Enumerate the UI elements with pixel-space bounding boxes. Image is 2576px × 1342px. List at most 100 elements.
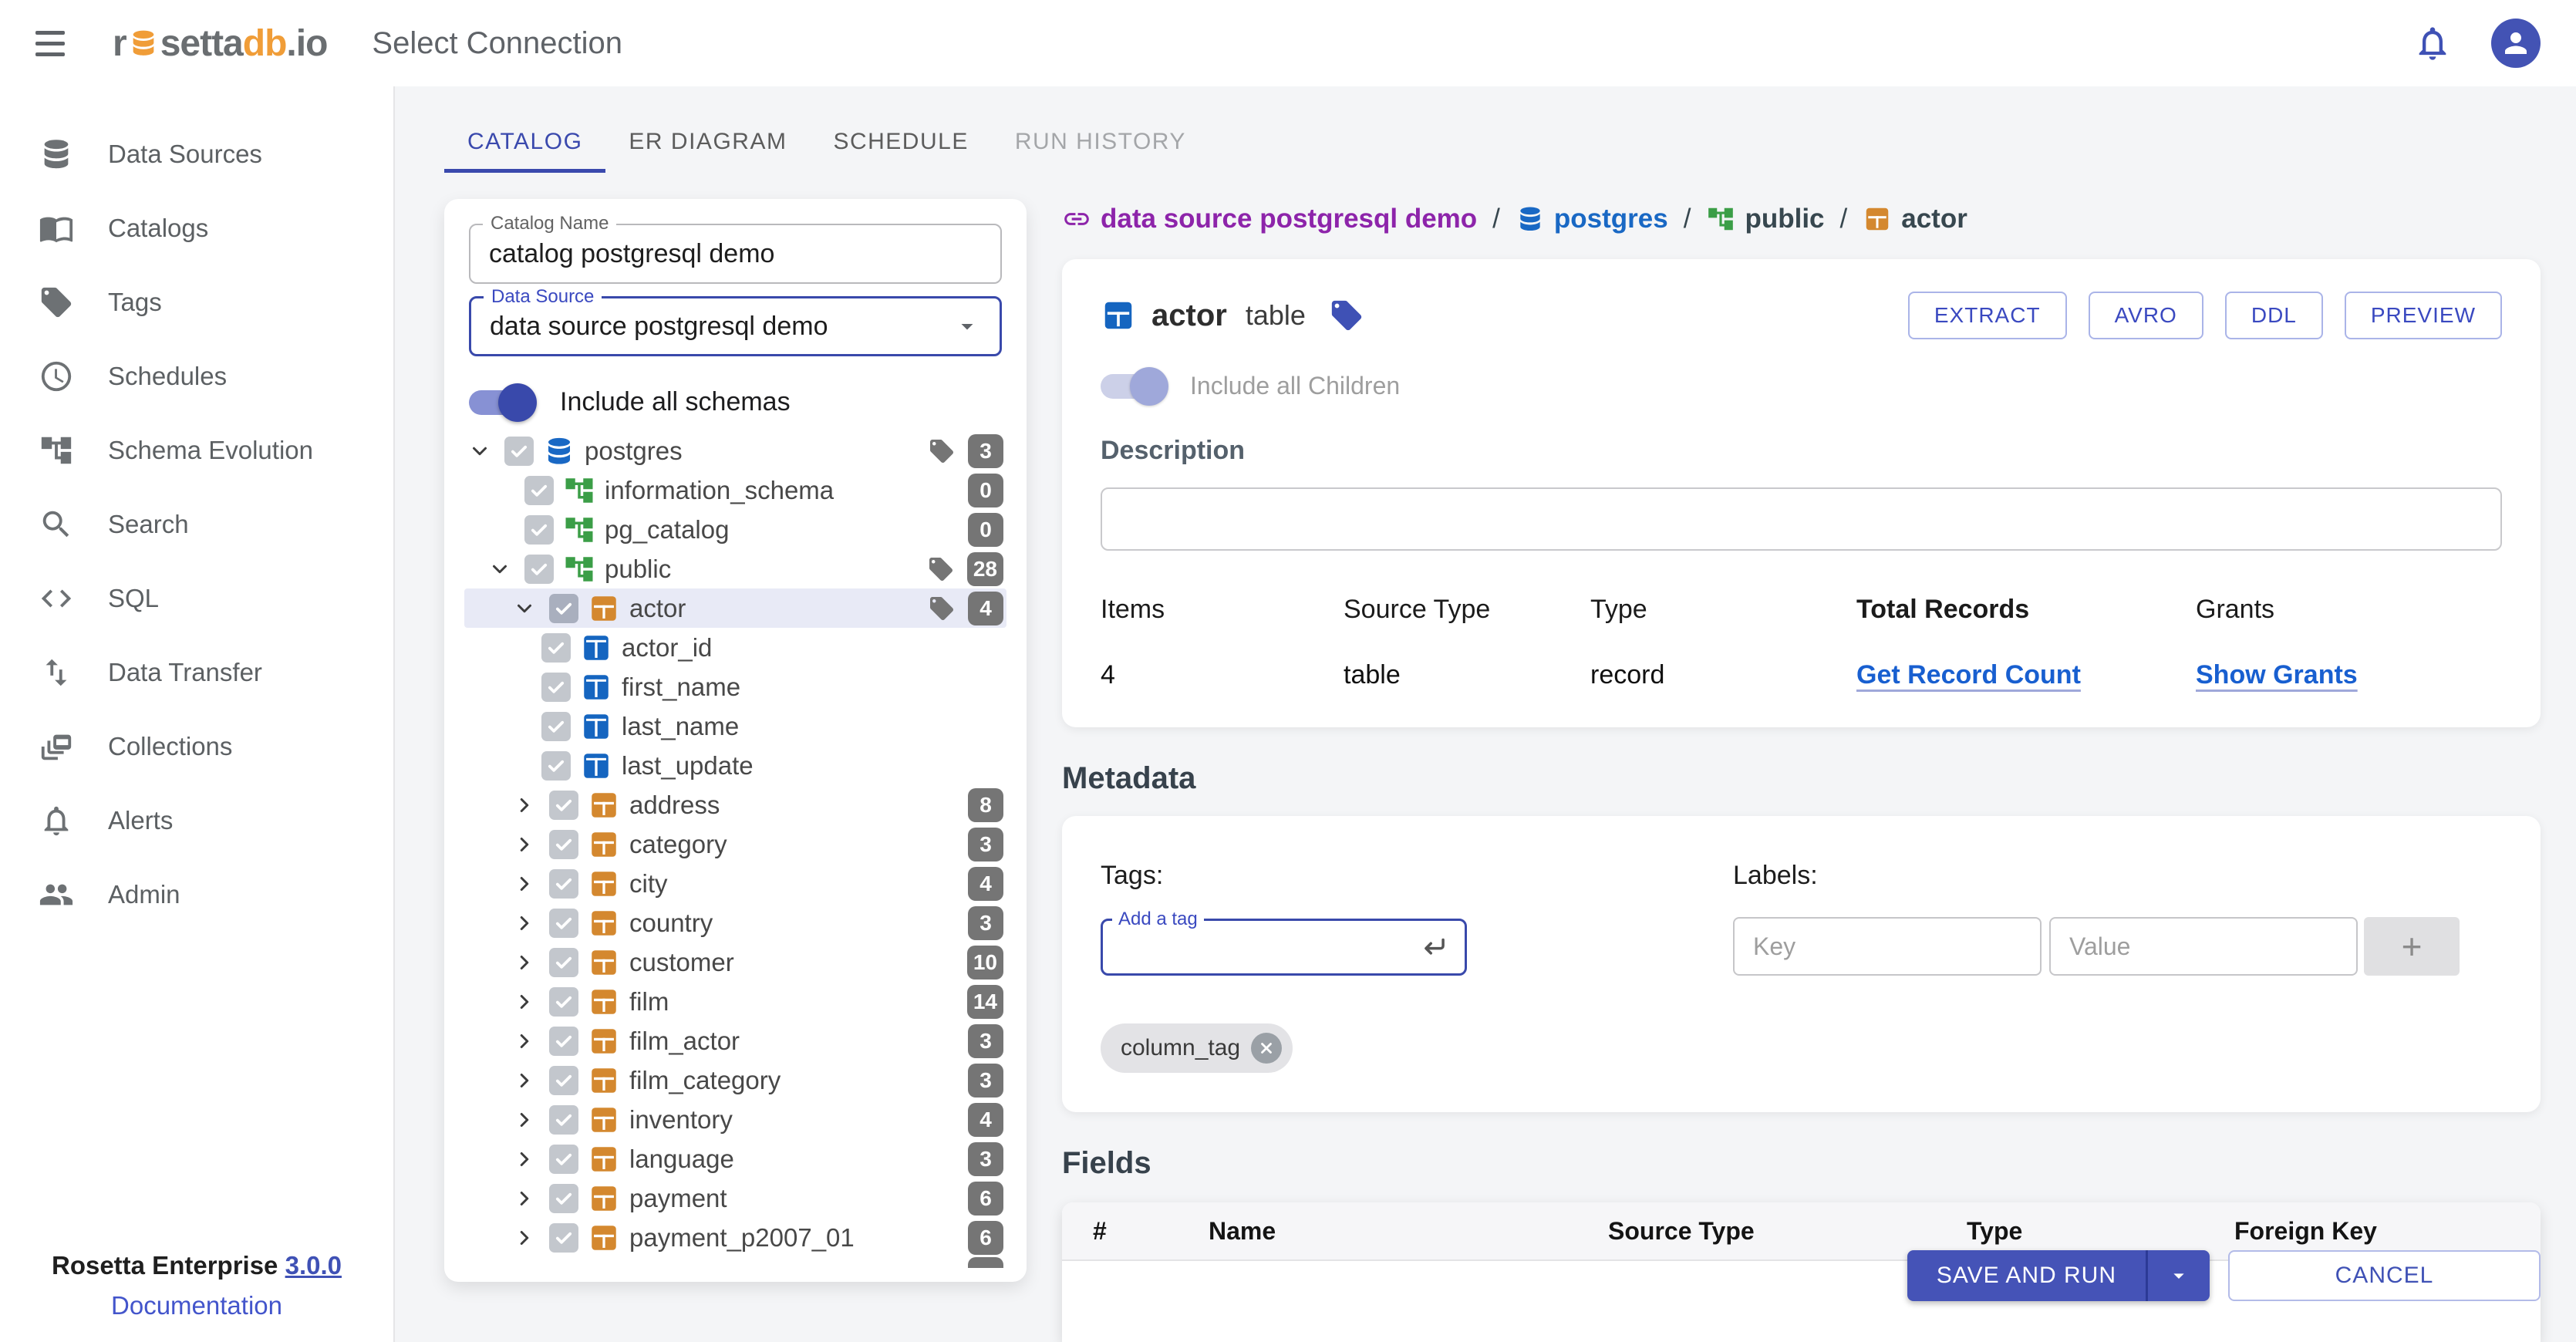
checkbox[interactable]: [541, 673, 571, 702]
sidebar-item-data-transfer[interactable]: Data Transfer: [0, 636, 393, 710]
chevron-down-icon[interactable]: [509, 593, 540, 624]
chevron-right-icon[interactable]: [509, 1104, 540, 1135]
tree-row-film[interactable]: film 14: [464, 982, 1006, 1021]
cancel-button[interactable]: CANCEL: [2228, 1250, 2541, 1301]
tab-schedule[interactable]: SCHEDULE: [810, 114, 991, 173]
chevron-right-icon[interactable]: [509, 1026, 540, 1057]
checkbox[interactable]: [549, 948, 578, 977]
tree-row-public[interactable]: public 28: [464, 549, 1006, 588]
tag-icon[interactable]: [1329, 298, 1364, 333]
user-avatar[interactable]: [2491, 19, 2541, 68]
tree-row-language[interactable]: language 3: [464, 1139, 1006, 1178]
checkbox[interactable]: [549, 1027, 578, 1056]
breadcrumb-table[interactable]: actor: [1863, 204, 1967, 234]
chevron-right-icon[interactable]: [509, 986, 540, 1017]
catalog-name-field[interactable]: Catalog Name: [469, 224, 1002, 284]
sidebar-item-schema-evolution[interactable]: Schema Evolution: [0, 413, 393, 487]
tab-run-history[interactable]: RUN HISTORY: [992, 114, 1209, 173]
save-options-dropdown[interactable]: [2148, 1250, 2210, 1301]
tree-row-film-category[interactable]: film_category 3: [464, 1060, 1006, 1100]
checkbox[interactable]: [549, 1184, 578, 1213]
remove-tag-icon[interactable]: [1251, 1033, 1282, 1064]
sidebar-item-schedules[interactable]: Schedules: [0, 339, 393, 413]
ddl-button[interactable]: DDL: [2225, 292, 2323, 339]
tree-row-payment-p2007-01[interactable]: payment_p2007_01 6: [464, 1218, 1006, 1257]
checkbox[interactable]: [549, 594, 578, 623]
save-and-run-button[interactable]: SAVE AND RUN: [1907, 1250, 2146, 1301]
tree-row-inventory[interactable]: inventory 4: [464, 1100, 1006, 1139]
data-source-input[interactable]: [490, 312, 953, 342]
avro-button[interactable]: AVRO: [2089, 292, 2203, 339]
tab-er-diagram[interactable]: ER DIAGRAM: [605, 114, 810, 173]
add-tag-input[interactable]: [1118, 933, 1420, 962]
notifications-bell-icon[interactable]: [2412, 23, 2453, 63]
checkbox[interactable]: [524, 555, 554, 584]
sidebar-item-catalogs[interactable]: Catalogs: [0, 191, 393, 265]
tree-row-information-schema[interactable]: information_schema 0: [464, 470, 1006, 510]
checkbox[interactable]: [541, 633, 571, 663]
chevron-right-icon[interactable]: [509, 829, 540, 860]
tree-row-address[interactable]: address 8: [464, 785, 1006, 824]
tree-row-customer[interactable]: customer 10: [464, 942, 1006, 982]
sidebar-item-data-sources[interactable]: Data Sources: [0, 117, 393, 191]
tab-catalog[interactable]: CATALOG: [444, 114, 605, 173]
chevron-right-icon[interactable]: [509, 1183, 540, 1214]
chevron-right-icon[interactable]: [509, 1144, 540, 1175]
version-link[interactable]: 3.0.0: [285, 1251, 342, 1280]
description-textarea[interactable]: [1101, 487, 2502, 551]
preview-button[interactable]: PREVIEW: [2345, 292, 2502, 339]
sidebar-item-sql[interactable]: SQL: [0, 561, 393, 636]
add-tag-field[interactable]: Add a tag: [1101, 919, 1467, 976]
tree-row-last-name[interactable]: last_name: [464, 706, 1006, 746]
show-grants-link[interactable]: Show Grants: [2196, 660, 2358, 690]
label-key-input[interactable]: [1733, 917, 2042, 976]
breadcrumb-database[interactable]: postgres: [1516, 204, 1668, 234]
documentation-link[interactable]: Documentation: [111, 1288, 282, 1323]
chevron-right-icon[interactable]: [509, 947, 540, 978]
get-record-count-link[interactable]: Get Record Count: [1856, 660, 2196, 690]
breadcrumb-datasource[interactable]: data source postgresql demo: [1062, 204, 1477, 234]
sidebar-item-search[interactable]: Search: [0, 487, 393, 561]
checkbox[interactable]: [549, 869, 578, 899]
checkbox[interactable]: [541, 751, 571, 781]
checkbox[interactable]: [549, 987, 578, 1017]
chevron-right-icon[interactable]: [509, 908, 540, 939]
tree-row-actor[interactable]: actor 4: [464, 588, 1006, 628]
tree-row-last-update[interactable]: last_update: [464, 746, 1006, 785]
tree-row-pg-catalog[interactable]: pg_catalog 0: [464, 510, 1006, 549]
checkbox[interactable]: [549, 791, 578, 820]
include-all-schemas-toggle[interactable]: [469, 390, 534, 415]
chevron-right-icon[interactable]: [509, 790, 540, 821]
checkbox[interactable]: [504, 437, 534, 466]
checkbox[interactable]: [541, 712, 571, 741]
checkbox[interactable]: [524, 476, 554, 505]
tree-row-film-actor[interactable]: film_actor 3: [464, 1021, 1006, 1060]
extract-button[interactable]: EXTRACT: [1908, 292, 2067, 339]
chevron-right-icon[interactable]: [509, 868, 540, 899]
chevron-down-icon[interactable]: [484, 554, 515, 585]
catalog-name-input[interactable]: [489, 239, 982, 269]
checkbox[interactable]: [549, 830, 578, 859]
tree-row-country[interactable]: country 3: [464, 903, 1006, 942]
checkbox[interactable]: [549, 1066, 578, 1095]
tree-row-city[interactable]: city 4: [464, 864, 1006, 903]
checkbox[interactable]: [549, 1145, 578, 1174]
sidebar-item-collections[interactable]: Collections: [0, 710, 393, 784]
checkbox[interactable]: [549, 1223, 578, 1253]
chevron-right-icon[interactable]: [509, 1065, 540, 1096]
chevron-down-icon[interactable]: [464, 436, 495, 467]
tree-row-category[interactable]: category 3: [464, 824, 1006, 864]
tree-row-actor-id[interactable]: actor_id: [464, 628, 1006, 667]
checkbox[interactable]: [549, 909, 578, 938]
breadcrumb-schema[interactable]: public: [1706, 204, 1824, 234]
sidebar-item-alerts[interactable]: Alerts: [0, 784, 393, 858]
add-label-button[interactable]: +: [2364, 917, 2460, 976]
chevron-right-icon[interactable]: [509, 1222, 540, 1253]
save-and-run-split-button[interactable]: SAVE AND RUN: [1907, 1250, 2210, 1301]
hamburger-menu-icon[interactable]: [35, 31, 65, 56]
tree-row-payment[interactable]: payment 6: [464, 1178, 1006, 1218]
tree-row-postgres[interactable]: postgres 3: [464, 431, 1006, 470]
app-logo[interactable]: rsettadb.io: [113, 22, 327, 65]
label-value-input[interactable]: [2049, 917, 2358, 976]
data-source-select[interactable]: Data Source: [469, 296, 1002, 356]
